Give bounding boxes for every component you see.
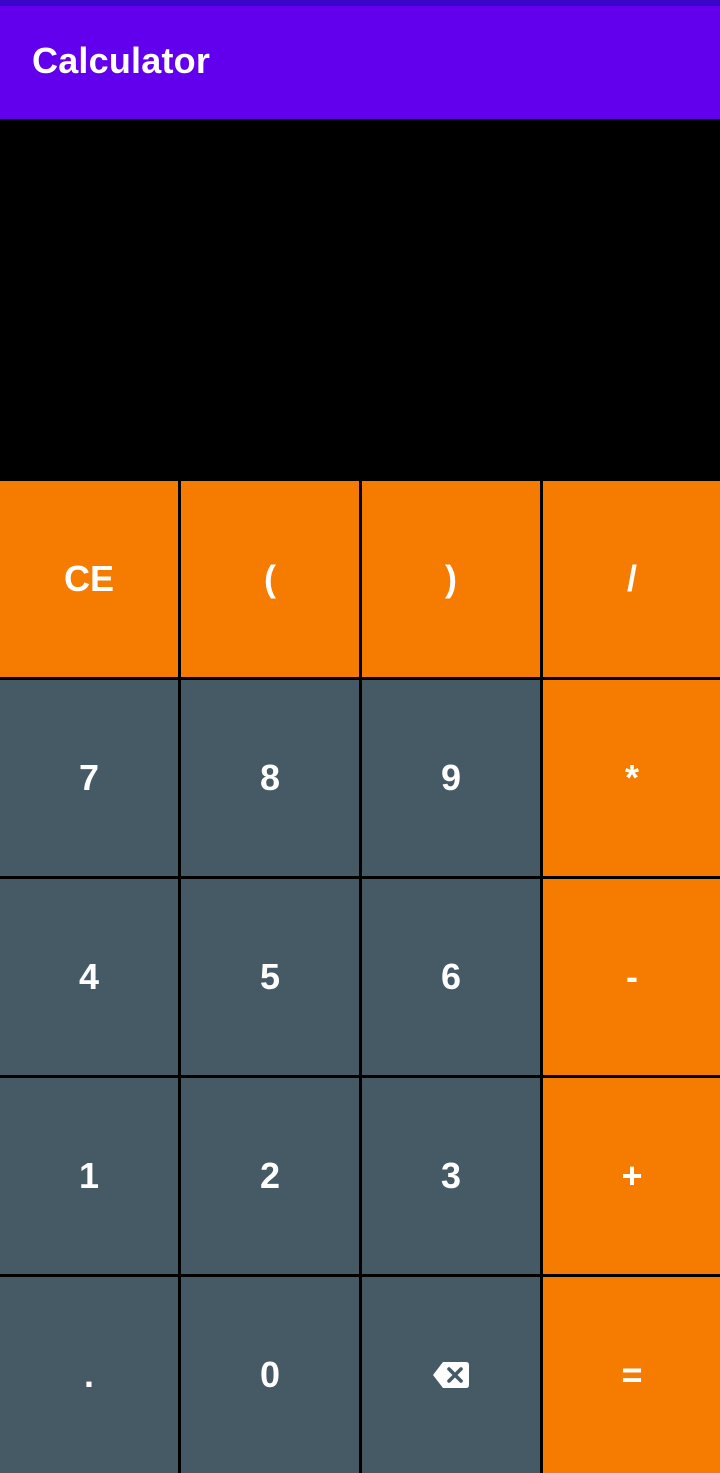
digit-6-button[interactable]: 6 (362, 879, 540, 1075)
equals-button[interactable]: = (543, 1277, 720, 1473)
digit-8-button[interactable]: 8 (181, 680, 359, 876)
digit-0-button[interactable]: 0 (181, 1277, 359, 1473)
close-paren-button[interactable]: ) (362, 481, 540, 677)
digit-3-button[interactable]: 3 (362, 1078, 540, 1274)
digit-9-button[interactable]: 9 (362, 680, 540, 876)
backspace-button[interactable] (362, 1277, 540, 1473)
app-bar: Calculator (0, 6, 720, 119)
divide-button[interactable]: / (543, 481, 720, 677)
calculator-display (0, 119, 720, 479)
decimal-point-button[interactable]: . (0, 1277, 178, 1473)
digit-1-button[interactable]: 1 (0, 1078, 178, 1274)
digit-7-button[interactable]: 7 (0, 680, 178, 876)
digit-5-button[interactable]: 5 (181, 879, 359, 1075)
add-button[interactable]: + (543, 1078, 720, 1274)
digit-2-button[interactable]: 2 (181, 1078, 359, 1274)
subtract-button[interactable]: - (543, 879, 720, 1075)
clear-entry-button[interactable]: CE (0, 481, 178, 677)
backspace-icon (432, 1361, 470, 1389)
keypad: CE ( ) / 7 8 9 * 4 5 6 - 1 2 3 + . 0 = (0, 479, 720, 1473)
digit-4-button[interactable]: 4 (0, 879, 178, 1075)
multiply-button[interactable]: * (543, 680, 720, 876)
app-title: Calculator (32, 39, 211, 81)
open-paren-button[interactable]: ( (181, 481, 359, 677)
